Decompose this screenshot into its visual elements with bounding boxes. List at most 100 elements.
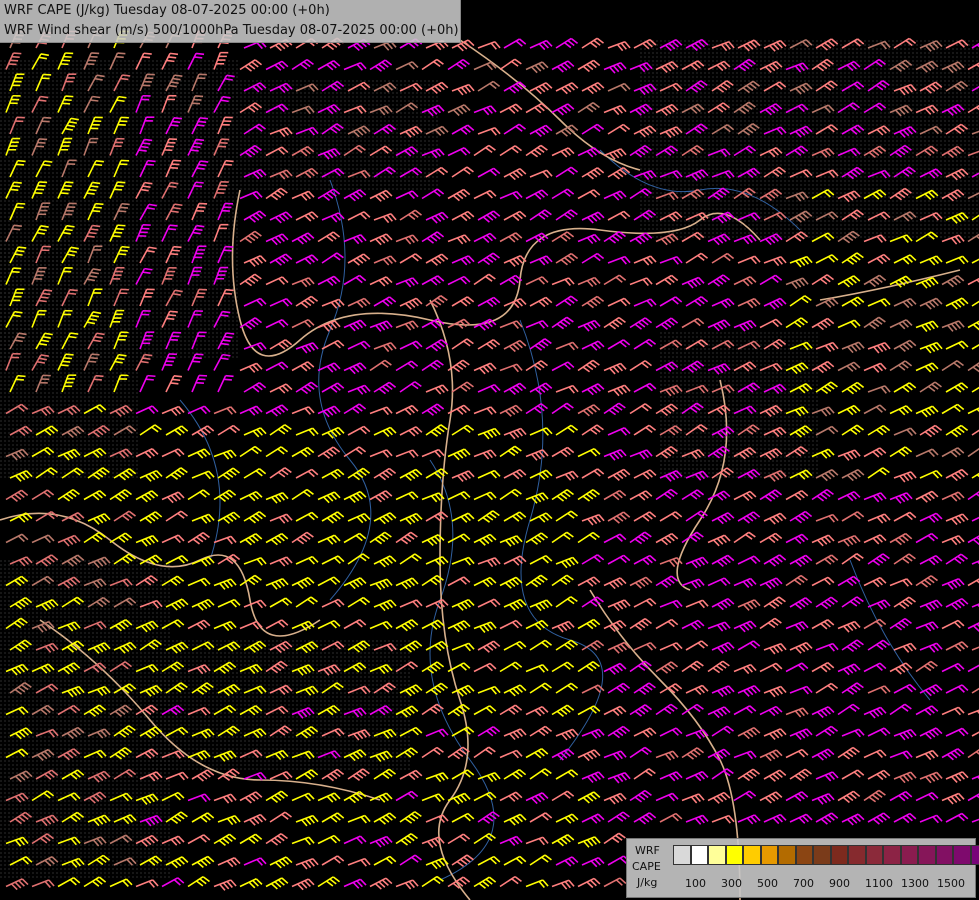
wind-barb-feather (168, 84, 177, 88)
wind-barb-feather (225, 374, 234, 378)
wind-barb-feather (115, 184, 124, 188)
wind-barb-feather (65, 181, 74, 184)
wind-barb-feather (11, 55, 20, 59)
wind-barb-feather (15, 378, 24, 381)
wind-barb-feather (92, 210, 101, 213)
wind-barb-feather (169, 52, 179, 56)
wind-barb-feather (144, 267, 153, 271)
wind-barb-feather (13, 181, 22, 184)
terrain-patch (640, 40, 979, 240)
wind-barb-feather (17, 159, 26, 163)
wind-barb-feather (225, 159, 234, 163)
wind-barb-feather (142, 142, 151, 145)
wind-barb-feather (114, 231, 123, 234)
wind-barb-feather (196, 167, 205, 170)
wind-barb-feather (170, 81, 179, 85)
wind-barb-feather (174, 203, 183, 207)
wind-barb-feather (88, 360, 97, 363)
wind-barb-feather (173, 245, 182, 249)
wind-barb-feather (13, 52, 22, 55)
wind-barb-feather (190, 149, 199, 152)
wind-barb-feather (194, 228, 203, 231)
wind-barb-feather (195, 138, 205, 142)
wind-barb-feather (170, 210, 179, 214)
wind-barb-feather (112, 235, 121, 238)
wind-barb-feather (95, 160, 104, 163)
wind-barb-feather (225, 245, 234, 248)
wind-barb-feather (170, 382, 179, 385)
wind-barb-feather (17, 374, 26, 378)
wind-barb-feather (70, 332, 79, 335)
wind-barb-feather (140, 188, 149, 192)
wind-barb-feather (172, 77, 181, 81)
wind-barb-feather (121, 245, 130, 249)
wind-barb-feather (63, 98, 72, 102)
wind-barb-feather (195, 353, 204, 356)
wind-barb-feather (116, 99, 125, 103)
wind-barb-feather (144, 138, 153, 142)
wind-barb-feather (220, 357, 229, 361)
wind-barb-feather (40, 296, 49, 299)
wind-barb-feather (223, 249, 232, 252)
wind-barb-feather (147, 374, 156, 378)
wind-barb-feather (168, 185, 177, 188)
wind-barb-feather (42, 292, 51, 296)
wind-barb-feather (13, 224, 22, 227)
terrain-patch (660, 330, 820, 480)
wind-barb-feather (16, 249, 25, 253)
wind-barb-feather (221, 138, 230, 141)
wind-barb-feather (144, 353, 153, 357)
wind-barb-feather (90, 185, 99, 188)
wind-barb-feather (147, 159, 156, 163)
wind-barb-feather (63, 184, 72, 188)
wind-barb-feather (121, 202, 130, 206)
wind-barb-feather (142, 271, 151, 275)
wind-barb-feather (222, 310, 231, 314)
wind-barb-feather (93, 378, 102, 381)
wind-barb-feather (199, 117, 209, 120)
wind-barb-feather (86, 235, 95, 238)
wind-barb-feather (166, 59, 175, 63)
wind-barb-feather (195, 181, 204, 184)
wind-barb-feather (62, 360, 71, 363)
wind-barb-feather (194, 142, 203, 145)
wind-barb-feather (174, 74, 183, 78)
wind-barb-feather (144, 181, 153, 185)
wind-barb-feather (172, 378, 181, 382)
wind-barb-feather (95, 374, 104, 378)
wind-barb-feather (92, 224, 101, 228)
wind-barb-feather (166, 317, 175, 320)
wind-barb-feather (170, 181, 179, 185)
wind-barb-feather (145, 378, 154, 381)
wind-barb-feather (172, 120, 181, 124)
wind-barb-feather (193, 356, 202, 360)
wind-barb-feather (69, 288, 78, 292)
wind-barb-feather (170, 124, 179, 127)
wind-barb-feather (122, 74, 131, 77)
wind-barb-feather (196, 224, 205, 228)
wind-barb-feather (172, 206, 181, 210)
wind-barb-feather (141, 56, 151, 59)
wind-barb-feather (89, 356, 98, 360)
wind-barb-feather (169, 224, 178, 227)
wind-barb-feather (119, 206, 129, 209)
wind-barb-feather (223, 378, 232, 381)
wind-barb-feather (192, 145, 201, 149)
wind-barb-feather (44, 160, 53, 163)
wind-barb-feather (222, 353, 231, 357)
wind-barb-feather (142, 357, 151, 360)
wind-barb-feather (168, 56, 177, 59)
wind-barb-feather (12, 185, 21, 188)
wind-barb-feather (117, 52, 126, 55)
wind-barb-feather (118, 253, 127, 256)
wind-barb-feather (18, 246, 27, 249)
wind-barb-feather (140, 145, 149, 149)
wind-barb-feather (68, 335, 77, 339)
wind-barb-feather (92, 95, 101, 99)
wind-barb-feather (117, 224, 126, 227)
wind-barb-feather (220, 314, 229, 317)
wind-barb-feather (38, 99, 47, 102)
wind-barb-feather (223, 292, 233, 295)
wind-barb-feather (225, 288, 234, 292)
wind-barb-feather (38, 299, 47, 303)
